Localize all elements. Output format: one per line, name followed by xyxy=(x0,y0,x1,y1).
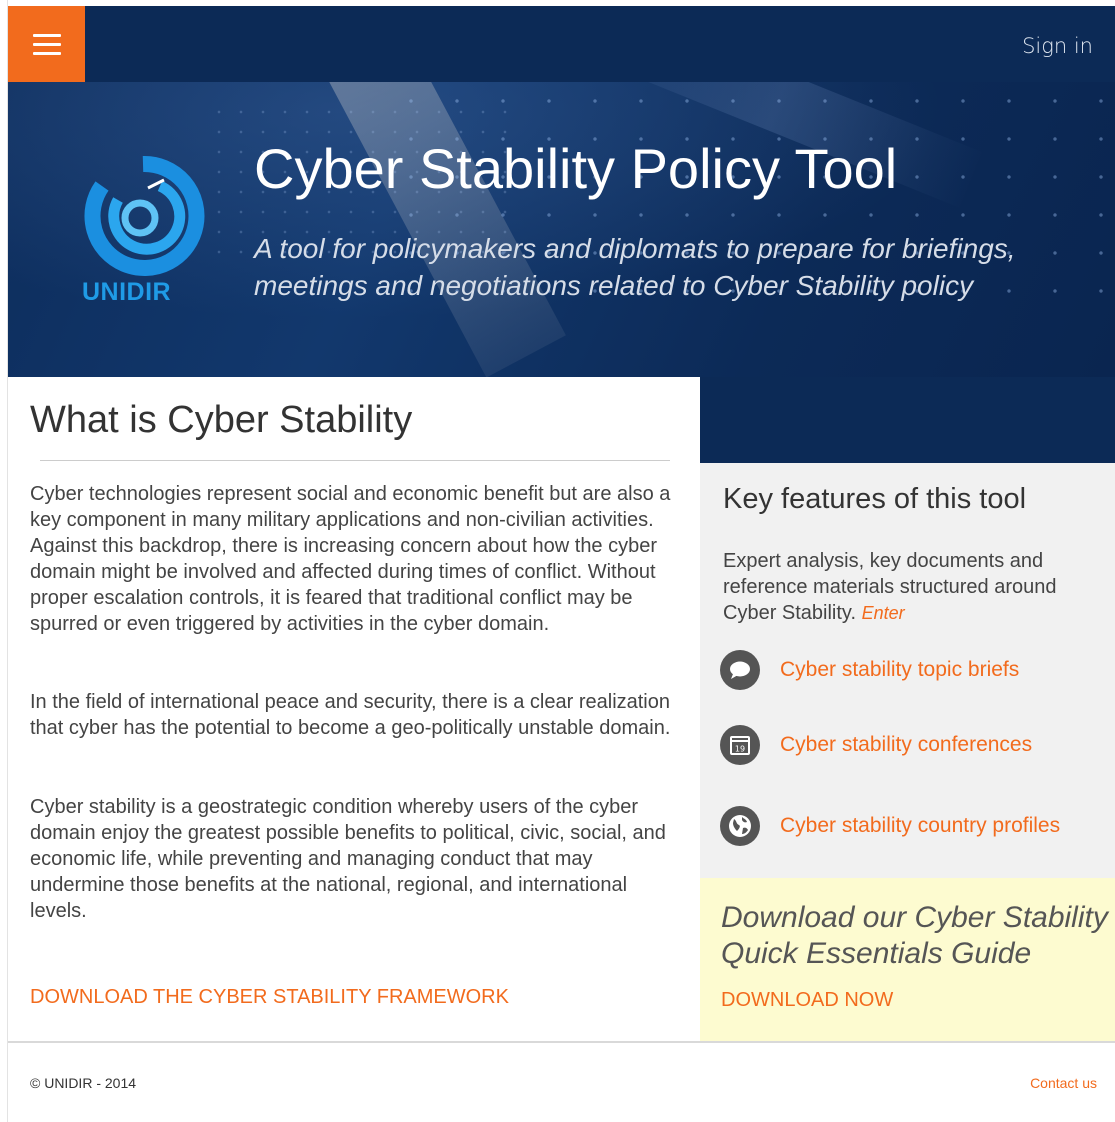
download-now-link[interactable]: DOWNLOAD NOW xyxy=(721,989,893,1012)
paragraph: Cyber stability is a geostrategic condit… xyxy=(30,796,666,922)
feature-link-topic-briefs[interactable]: Cyber stability topic briefs xyxy=(720,650,1019,690)
contact-us-link[interactable]: Contact us xyxy=(1030,1075,1097,1091)
hamburger-menu-icon-line xyxy=(32,51,61,55)
speech-bubble-icon xyxy=(720,650,760,690)
feature-label: Cyber stability conferences xyxy=(780,733,1033,756)
feature-label: Cyber stability topic briefs xyxy=(780,658,1020,681)
page-subtitle: A tool for policymakers and diplomats to… xyxy=(254,233,1016,301)
hamburger-menu-button[interactable] xyxy=(8,6,85,82)
unidir-logo-text: UNIDIR xyxy=(82,278,172,306)
hero-banner: UNIDIR Cyber Stability Policy Tool A too… xyxy=(8,82,1115,377)
key-features-panel: Key features of this tool Expert analysi… xyxy=(700,463,1115,878)
what-is-cyber-stability-section: What is Cyber Stability Cyber technologi… xyxy=(8,377,700,1041)
calendar-icon: 19 xyxy=(720,725,760,765)
feature-link-country-profiles[interactable]: Cyber stability country profiles xyxy=(720,806,1060,846)
globe-icon xyxy=(720,806,760,846)
hero-extension-panel xyxy=(700,377,1115,463)
top-bar: Sign in xyxy=(8,6,1115,82)
features-heading: Key features of this tool xyxy=(723,483,1027,515)
download-framework-link[interactable]: DOWNLOAD THE CYBER STABILITY FRAMEWORK xyxy=(30,986,509,1009)
quick-guide-promo: Download our Cyber Stability Quick Essen… xyxy=(700,878,1115,1041)
hamburger-menu-icon-line xyxy=(32,42,61,46)
feature-link-conferences[interactable]: 19 Cyber stability conferences xyxy=(720,725,1032,765)
hamburger-menu-icon-line xyxy=(32,33,61,37)
copyright-text: © UNIDIR - 2014 xyxy=(30,1075,137,1091)
page-title: Cyber Stability Policy Tool xyxy=(254,137,898,200)
paragraph: Cyber technologies represent social and … xyxy=(30,483,671,635)
heading-divider xyxy=(40,460,670,461)
sign-in-link[interactable]: Sign in xyxy=(1022,34,1093,58)
footer: © UNIDIR - 2014 Contact us xyxy=(8,1041,1115,1122)
calendar-icon-number: 19 xyxy=(735,745,745,754)
enter-link[interactable]: Enter xyxy=(862,603,905,623)
guide-title: Download our Cyber Stability Quick Essen… xyxy=(721,901,1108,970)
paragraph: In the field of international peace and … xyxy=(30,691,671,739)
features-intro: Expert analysis, key documents and refer… xyxy=(723,548,1103,626)
section-heading: What is Cyber Stability xyxy=(30,399,413,441)
feature-label: Cyber stability country profiles xyxy=(780,814,1061,837)
left-edge-strip xyxy=(0,0,8,1122)
page: Sign in UNIDIR Cyber Stability Policy To… xyxy=(0,0,1115,1122)
